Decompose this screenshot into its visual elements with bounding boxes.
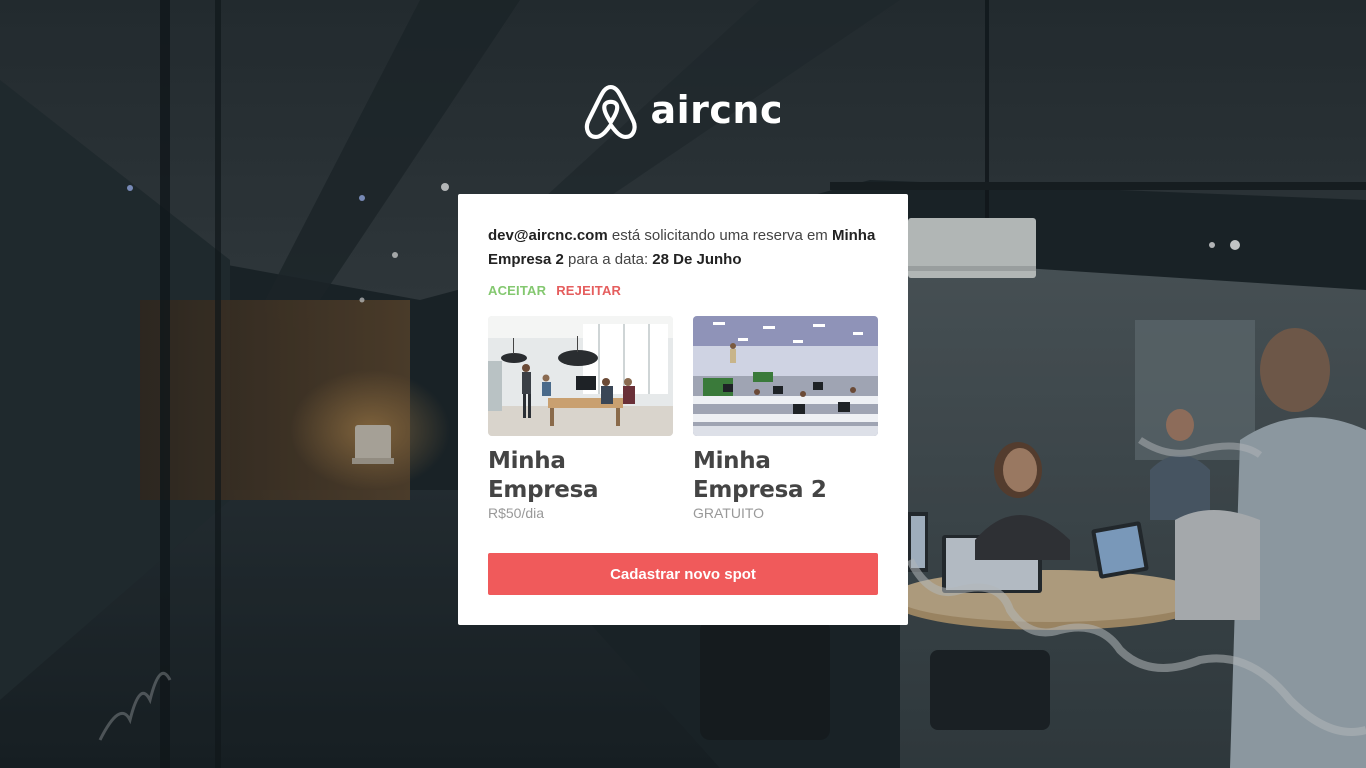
spot-item[interactable]: Minha Empresa R$50/dia <box>488 316 673 526</box>
spot-price: R$50/dia <box>488 505 545 521</box>
spot-thumbnail <box>693 316 878 436</box>
spot-thumbnail <box>488 316 673 436</box>
booking-request: dev@aircnc.com está solicitando uma rese… <box>488 224 878 272</box>
airbnb-belo-icon <box>584 84 637 140</box>
dashboard-card: dev@aircnc.com está solicitando uma rese… <box>458 194 908 625</box>
aircnc-logo: aircnc <box>583 78 783 146</box>
request-actions: ACEITAR REJEITAR <box>488 282 878 298</box>
new-spot-button[interactable]: Cadastrar novo spot <box>488 553 878 595</box>
accept-button[interactable]: ACEITAR <box>488 282 546 298</box>
brand-name: aircnc <box>650 88 783 132</box>
request-text-for-date: para a data: <box>563 251 653 268</box>
spot-company: Minha Empresa 2 <box>693 448 827 503</box>
spot-price: GRATUITO <box>693 505 765 521</box>
request-text-requesting: está solicitando uma reserva em <box>607 227 828 244</box>
request-date: 28 De Junho <box>652 251 742 268</box>
reject-button[interactable]: REJEITAR <box>556 282 621 298</box>
request-user-email: dev@aircnc.com <box>488 227 608 244</box>
spot-item[interactable]: Minha Empresa 2 GRATUITO <box>693 316 878 526</box>
spot-list: Minha Empresa R$50/dia Minha Empresa 2 G… <box>488 316 878 526</box>
spot-company: Minha Empresa <box>488 448 599 503</box>
